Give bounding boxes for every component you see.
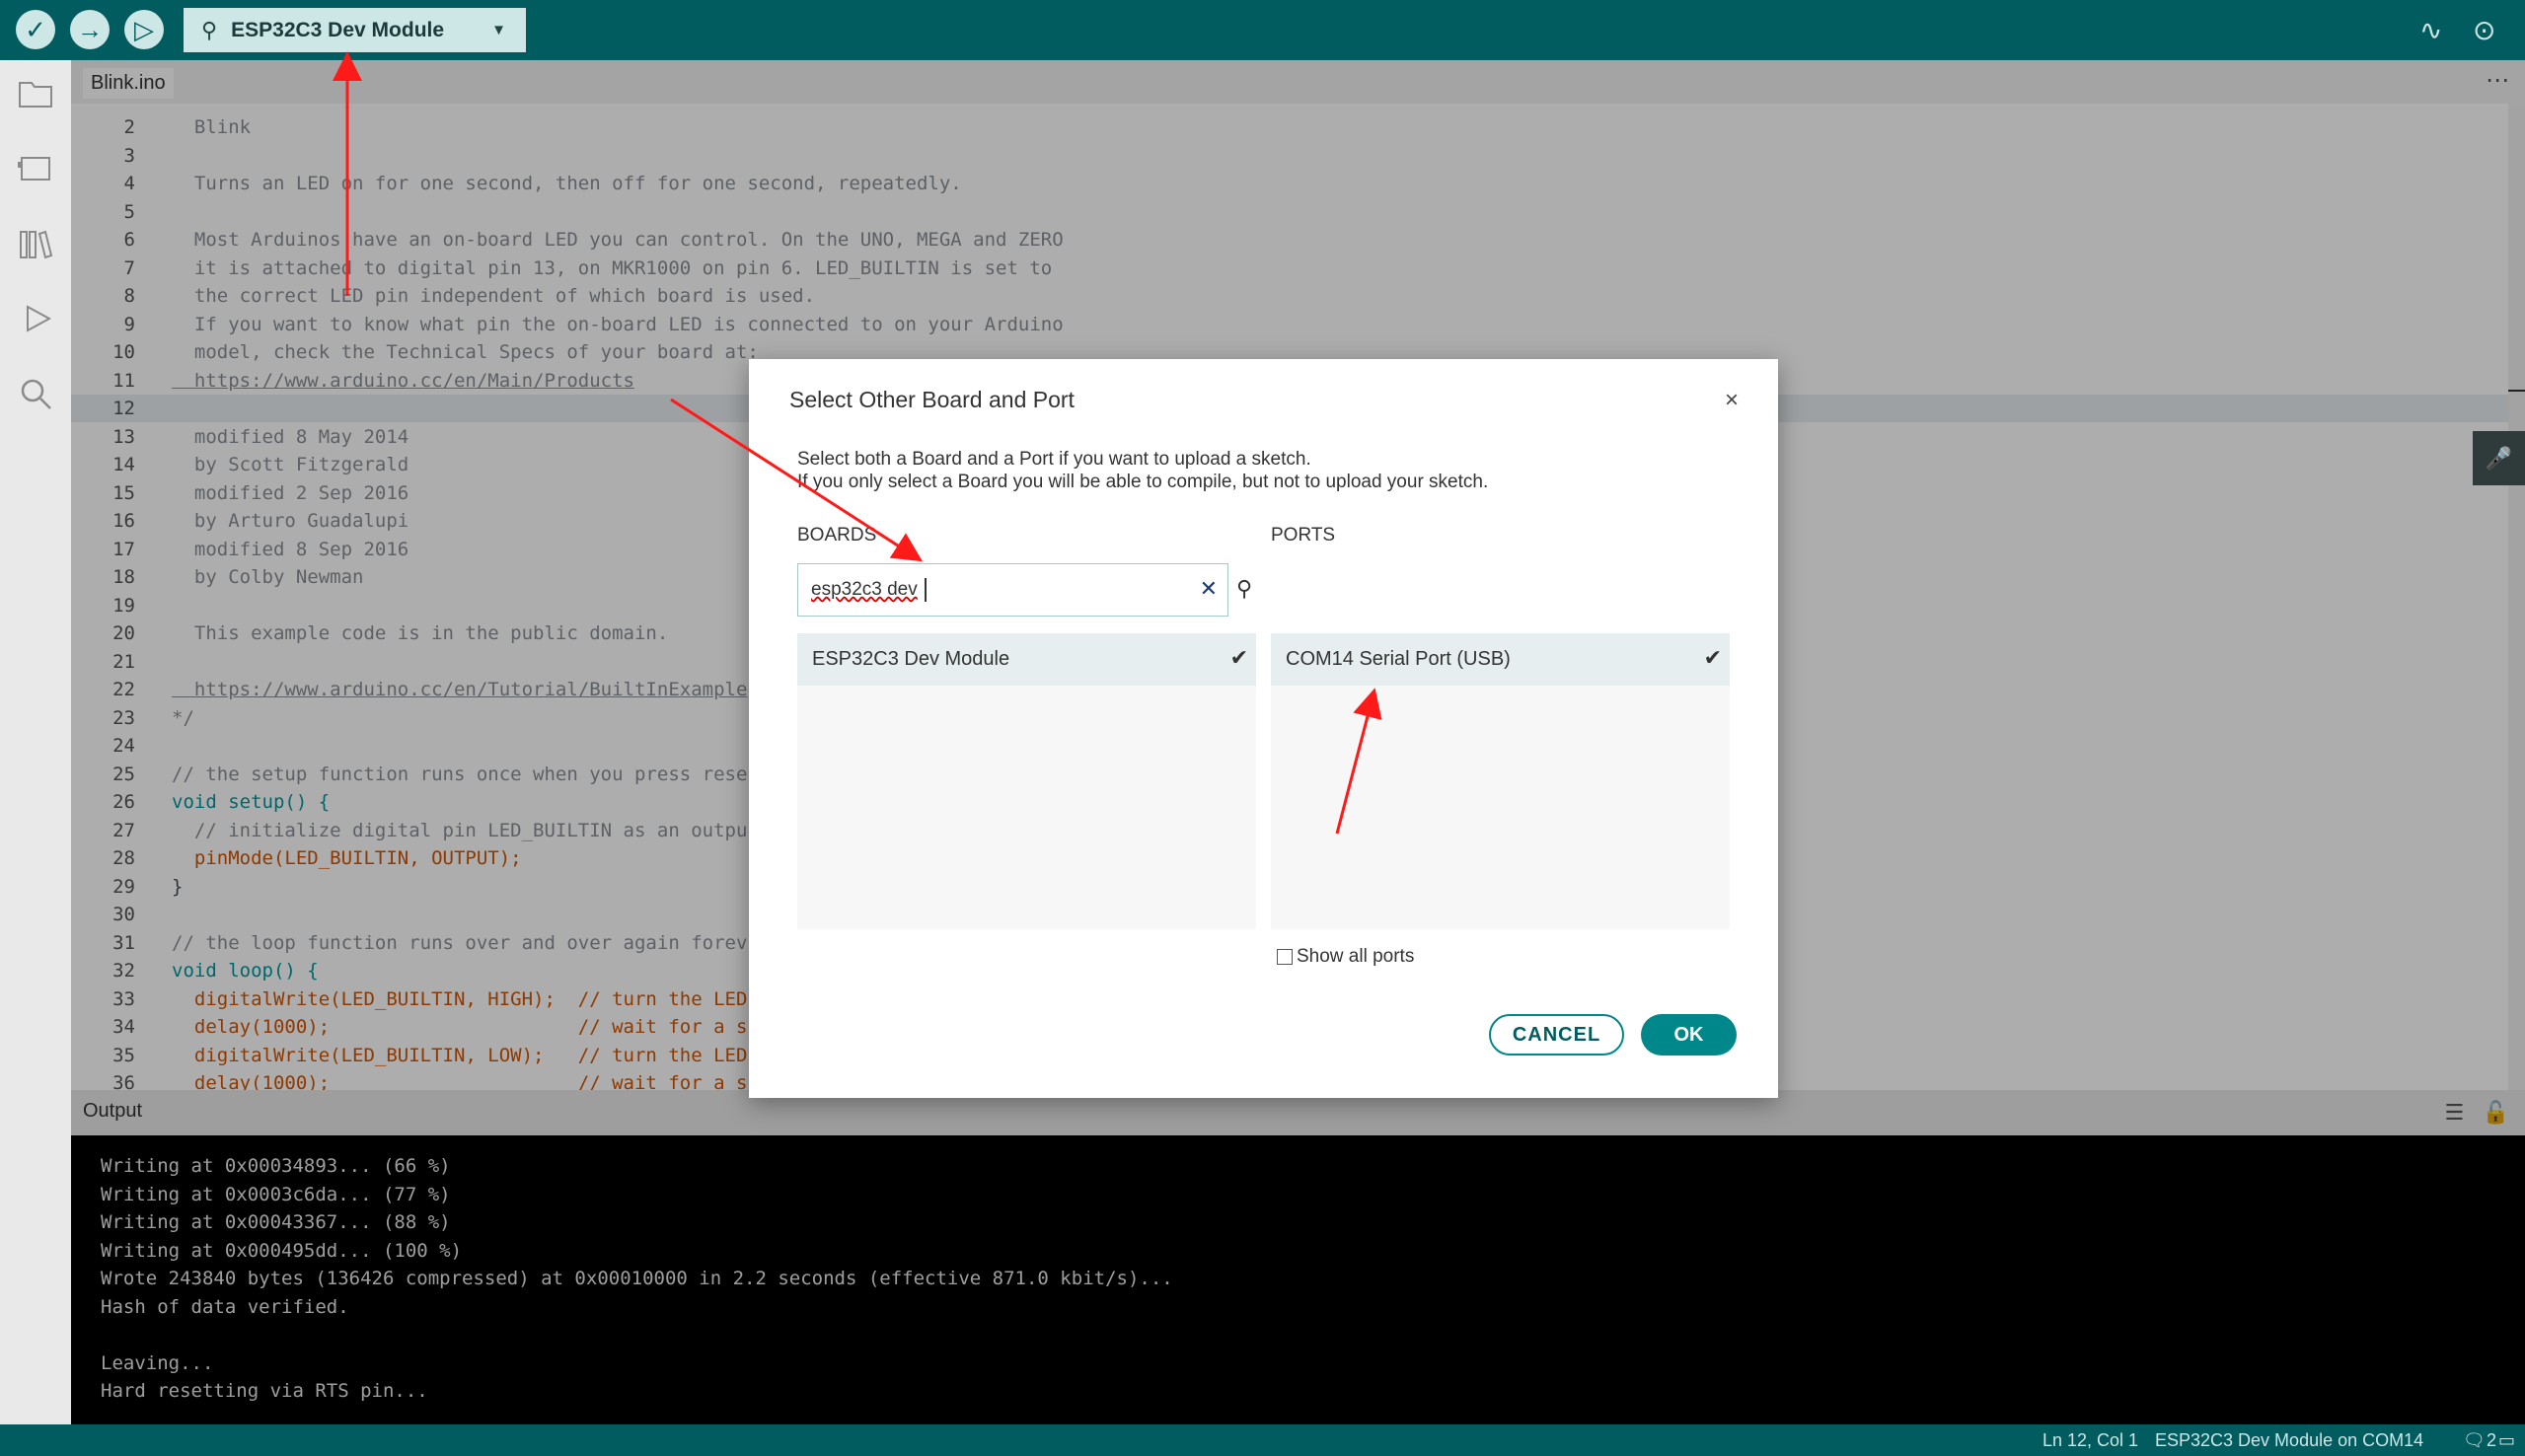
- select-board-port-dialog: Select Other Board and Port × Select bot…: [749, 359, 1778, 1098]
- boards-list: ESP32C3 Dev Module ✔: [797, 633, 1256, 929]
- board-selector-label: ESP32C3 Dev Module: [231, 18, 445, 41]
- debug-sidebar-icon[interactable]: [16, 299, 55, 338]
- cancel-button[interactable]: CANCEL: [1489, 1014, 1624, 1056]
- board-search-input[interactable]: esp32c3 dev ✕: [797, 563, 1228, 617]
- check-icon: ✔: [1703, 645, 1722, 670]
- search-icon[interactable]: ⚲: [1236, 576, 1252, 602]
- show-all-ports-checkbox[interactable]: [1277, 949, 1293, 965]
- mute-icon[interactable]: 🎤: [2473, 431, 2525, 485]
- text-cursor: [925, 578, 927, 602]
- search-icon[interactable]: [16, 374, 55, 413]
- notification-count: 2: [2487, 1430, 2497, 1450]
- dialog-desc-line2: If you only select a Board you will be a…: [797, 472, 1489, 492]
- sidebar: [0, 60, 71, 1424]
- debug-icon: ▷: [134, 14, 154, 44]
- sketchbook-folder-icon[interactable]: [16, 74, 55, 113]
- boards-manager-icon[interactable]: [16, 149, 55, 188]
- ports-list: COM14 Serial Port (USB) ✔: [1271, 633, 1730, 929]
- cursor-position: Ln 12, Col 1: [2042, 1430, 2139, 1450]
- board-search-value: esp32c3 dev: [811, 579, 918, 600]
- status-bar: Ln 12, Col 1 ESP32C3 Dev Module on COM14…: [0, 1424, 2525, 1456]
- port-item-label: COM14 Serial Port (USB): [1286, 648, 1511, 670]
- serial-monitor-icon[interactable]: ⊙: [2473, 14, 2495, 46]
- toolbar: ✓ → ▷ ⚲ ESP32C3 Dev Module ▼ ∿ ⊙: [0, 0, 2525, 60]
- dialog-title: Select Other Board and Port: [789, 387, 1075, 412]
- usb-icon: ⚲: [201, 17, 218, 42]
- serial-plotter-icon[interactable]: ∿: [2419, 14, 2442, 46]
- upload-button[interactable]: →: [70, 10, 110, 49]
- ok-button[interactable]: OK: [1641, 1014, 1737, 1056]
- ports-label: PORTS: [1271, 525, 1336, 546]
- board-item-label: ESP32C3 Dev Module: [812, 648, 1010, 670]
- boards-label: BOARDS: [797, 525, 877, 546]
- board-item-esp32c3[interactable]: ESP32C3 Dev Module ✔: [797, 633, 1256, 686]
- dialog-description: Select both a Board and a Port if you wa…: [797, 448, 1488, 493]
- close-panel-icon[interactable]: ▭: [2498, 1430, 2515, 1451]
- verify-button[interactable]: ✓: [16, 10, 55, 49]
- board-port-status: ESP32C3 Dev Module on COM14: [2155, 1430, 2424, 1450]
- close-icon[interactable]: ×: [1725, 387, 1739, 414]
- clear-search-icon[interactable]: ✕: [1200, 576, 1218, 602]
- show-all-ports-toggle[interactable]: Show all ports: [1277, 946, 1414, 968]
- check-icon: ✔: [1229, 645, 1248, 670]
- check-icon: ✓: [25, 14, 46, 44]
- debug-button[interactable]: ▷: [124, 10, 164, 49]
- library-manager-icon[interactable]: [16, 224, 55, 263]
- port-item-com14[interactable]: COM14 Serial Port (USB) ✔: [1271, 633, 1730, 686]
- arrow-right-icon: →: [77, 14, 103, 44]
- chevron-down-icon: ▼: [491, 22, 506, 38]
- notifications-icon[interactable]: 🗨: [2463, 1430, 2486, 1451]
- dialog-desc-line1: Select both a Board and a Port if you wa…: [797, 449, 1311, 470]
- show-all-ports-label: Show all ports: [1297, 946, 1415, 967]
- board-selector[interactable]: ⚲ ESP32C3 Dev Module ▼: [184, 8, 526, 52]
